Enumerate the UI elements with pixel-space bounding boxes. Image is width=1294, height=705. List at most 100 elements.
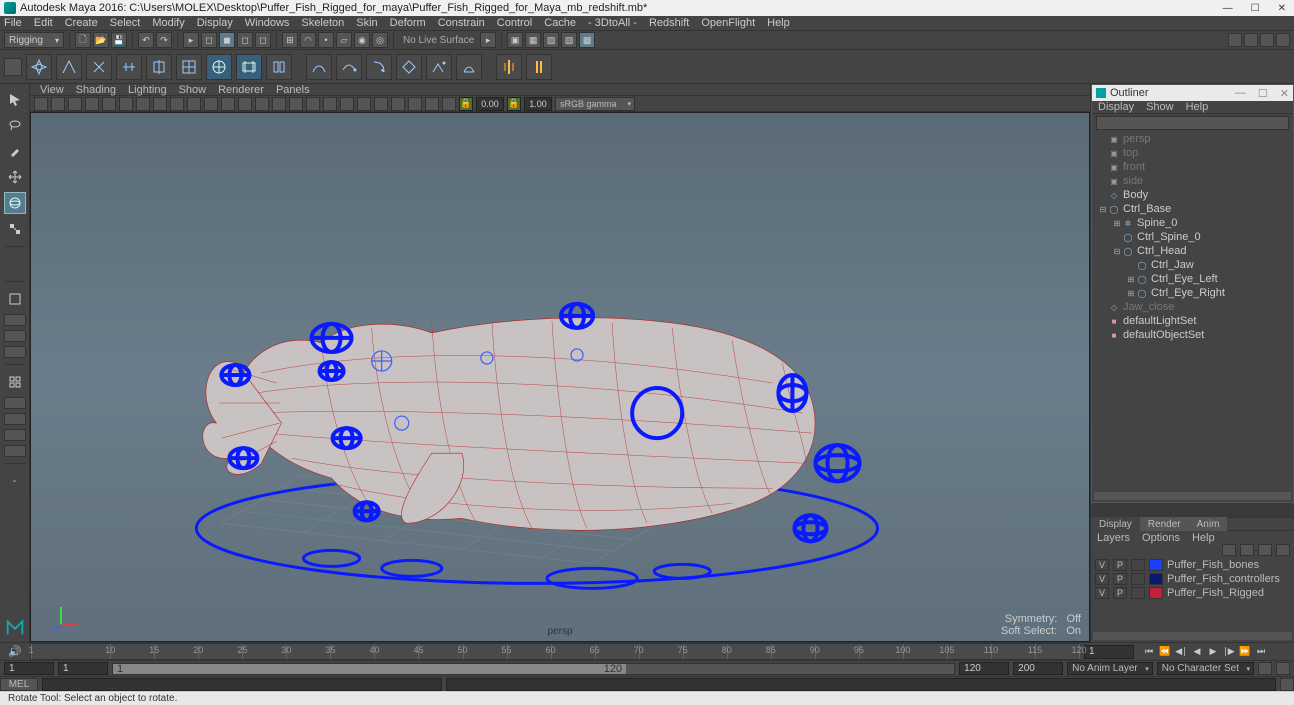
menu-openflight[interactable]: OpenFlight bbox=[701, 17, 755, 29]
panel-wireframe-icon[interactable] bbox=[221, 97, 235, 111]
shelf-icon-9[interactable] bbox=[266, 54, 292, 80]
panel-grid-icon[interactable] bbox=[102, 97, 116, 111]
panel-safe-title-icon[interactable] bbox=[204, 97, 218, 111]
time-slider-audio-icon[interactable]: 🔊 bbox=[0, 643, 30, 660]
menu-windows[interactable]: Windows bbox=[245, 17, 290, 29]
panel-view-transform-icon[interactable] bbox=[408, 97, 422, 111]
play-forward-button[interactable]: ▶ bbox=[1206, 645, 1220, 659]
menu-constrain[interactable]: Constrain bbox=[438, 17, 485, 29]
layer-playback-toggle[interactable]: P bbox=[1113, 559, 1127, 571]
layer-menu-options[interactable]: Options bbox=[1142, 532, 1180, 544]
layout-preset-5[interactable] bbox=[4, 413, 26, 425]
layer-tab-render[interactable]: Render bbox=[1140, 517, 1189, 531]
panel-shaded-icon[interactable] bbox=[238, 97, 252, 111]
panel-menu-show[interactable]: Show bbox=[179, 84, 207, 96]
panel-menu-panels[interactable]: Panels bbox=[276, 84, 310, 96]
shelf-icon-1[interactable] bbox=[26, 54, 52, 80]
snap-plane-icon[interactable]: ▱ bbox=[336, 32, 352, 48]
select-mask-icon[interactable]: ◻ bbox=[237, 32, 253, 48]
menu--3dtoall-[interactable]: - 3DtoAll - bbox=[588, 17, 637, 29]
shelf-icon-12[interactable] bbox=[366, 54, 392, 80]
panel-res-gate-icon[interactable] bbox=[136, 97, 150, 111]
panel-motion-blur-icon[interactable] bbox=[442, 97, 456, 111]
toggle-attribute-editor-icon[interactable] bbox=[1228, 33, 1242, 47]
layout-preset-4[interactable] bbox=[4, 397, 26, 409]
script-language-toggle[interactable]: MEL bbox=[0, 678, 38, 691]
layer-new-empty-icon[interactable] bbox=[1258, 544, 1272, 556]
expander-icon[interactable]: ⊞ bbox=[1112, 219, 1122, 228]
open-scene-icon[interactable]: 📂 bbox=[93, 32, 109, 48]
panel-menu-lighting[interactable]: Lighting bbox=[128, 84, 167, 96]
expander-icon[interactable]: ⊞ bbox=[1126, 275, 1136, 284]
layer-move-down-icon[interactable] bbox=[1240, 544, 1254, 556]
rotate-tool[interactable] bbox=[4, 192, 26, 214]
panel-film-gate-icon[interactable] bbox=[119, 97, 133, 111]
shelf-icon-15[interactable] bbox=[456, 54, 482, 80]
snap-live-icon[interactable]: ◎ bbox=[372, 32, 388, 48]
layer-row-puffer-fish-rigged[interactable]: VPPuffer_Fish_Rigged bbox=[1091, 586, 1294, 600]
select-hierarchy-icon[interactable]: ▸ bbox=[183, 32, 199, 48]
step-forward-button[interactable]: ∣▶ bbox=[1222, 645, 1236, 659]
outliner-node-defaultlightset[interactable]: •defaultLightSet bbox=[1092, 314, 1293, 328]
render-view-icon[interactable]: ▣ bbox=[507, 32, 523, 48]
outliner-node-defaultobjectset[interactable]: •defaultObjectSet bbox=[1092, 328, 1293, 342]
layout-single-icon[interactable] bbox=[4, 288, 26, 310]
snap-grid-icon[interactable]: ⊞ bbox=[282, 32, 298, 48]
render-frame-icon[interactable]: ▦ bbox=[525, 32, 541, 48]
select-tool[interactable] bbox=[4, 88, 26, 110]
outliner-node-front[interactable]: •front bbox=[1092, 160, 1293, 174]
panel-colorspace-select[interactable]: sRGB gamma bbox=[555, 97, 635, 111]
panel-lights-icon[interactable] bbox=[272, 97, 286, 111]
range-start-inner-field[interactable]: 1 bbox=[58, 662, 108, 675]
layout-four-icon[interactable] bbox=[4, 371, 26, 393]
outliner-node-ctrl-eye-left[interactable]: ⊞Ctrl_Eye_Left bbox=[1092, 272, 1293, 286]
last-tool[interactable] bbox=[4, 253, 26, 275]
shelf-icon-16[interactable] bbox=[496, 54, 522, 80]
menu-edit[interactable]: Edit bbox=[34, 17, 53, 29]
layout-preset-6[interactable] bbox=[4, 429, 26, 441]
outliner-menu-help[interactable]: Help bbox=[1186, 101, 1209, 113]
layer-menu-help[interactable]: Help bbox=[1192, 532, 1215, 544]
panel-far-lock[interactable]: 🔒 bbox=[507, 97, 521, 111]
layer-move-up-icon[interactable] bbox=[1222, 544, 1236, 556]
panel-view-cube-icon[interactable] bbox=[357, 97, 371, 111]
outliner-menu-show[interactable]: Show bbox=[1146, 101, 1174, 113]
menu-modify[interactable]: Modify bbox=[152, 17, 184, 29]
play-back-button[interactable]: ◀ bbox=[1190, 645, 1204, 659]
layer-menu-layers[interactable]: Layers bbox=[1097, 532, 1130, 544]
layout-collapse-icon[interactable]: - bbox=[4, 470, 26, 492]
select-mask2-icon[interactable]: ◻ bbox=[255, 32, 271, 48]
toggle-tool-settings-icon[interactable] bbox=[1244, 33, 1258, 47]
step-back-button[interactable]: ◀∣ bbox=[1174, 645, 1188, 659]
shelf-icon-10[interactable] bbox=[306, 54, 332, 80]
range-thumb[interactable]: 1120 bbox=[113, 664, 626, 674]
panel-shadows-icon[interactable] bbox=[289, 97, 303, 111]
range-prefs-icon[interactable] bbox=[1276, 662, 1290, 675]
command-input[interactable] bbox=[42, 678, 442, 691]
select-component-icon[interactable]: ◼ bbox=[219, 32, 235, 48]
shelf-icon-17[interactable] bbox=[526, 54, 552, 80]
outliner-node-jaw-close[interactable]: •Jaw_close bbox=[1092, 300, 1293, 314]
anim-layer-select[interactable]: No Anim Layer bbox=[1067, 662, 1153, 675]
scale-tool[interactable] bbox=[4, 218, 26, 240]
panel-near-lock[interactable]: 🔒 bbox=[459, 97, 473, 111]
panel-textured-icon[interactable] bbox=[255, 97, 269, 111]
outliner-node-ctrl-base[interactable]: ⊟Ctrl_Base bbox=[1092, 202, 1293, 216]
shelf-tab-selector[interactable] bbox=[4, 58, 22, 76]
layer-tab-anim[interactable]: Anim bbox=[1189, 517, 1228, 531]
layer-visibility-toggle[interactable]: V bbox=[1095, 587, 1109, 599]
shelf-icon-2[interactable] bbox=[56, 54, 82, 80]
panel-field-chart-icon[interactable] bbox=[170, 97, 184, 111]
layer-playback-toggle[interactable]: P bbox=[1113, 587, 1127, 599]
panel-far-field[interactable]: 1.00 bbox=[524, 97, 552, 111]
time-slider-track[interactable]: 1101520253035404550556065707580859095100… bbox=[30, 643, 1080, 660]
maximize-button[interactable]: ☐ bbox=[1251, 3, 1260, 14]
outliner-minimize-icon[interactable]: — bbox=[1235, 87, 1246, 100]
toggle-channelbox-icon[interactable] bbox=[1260, 33, 1274, 47]
menu-skeleton[interactable]: Skeleton bbox=[301, 17, 344, 29]
toggle-modeling-toolkit-icon[interactable] bbox=[1276, 33, 1290, 47]
select-object-icon[interactable]: ◻ bbox=[201, 32, 217, 48]
panel-near-field[interactable]: 0.00 bbox=[476, 97, 504, 111]
layer-tab-display[interactable]: Display bbox=[1091, 517, 1140, 531]
render-globals-icon[interactable]: ▩ bbox=[579, 32, 595, 48]
